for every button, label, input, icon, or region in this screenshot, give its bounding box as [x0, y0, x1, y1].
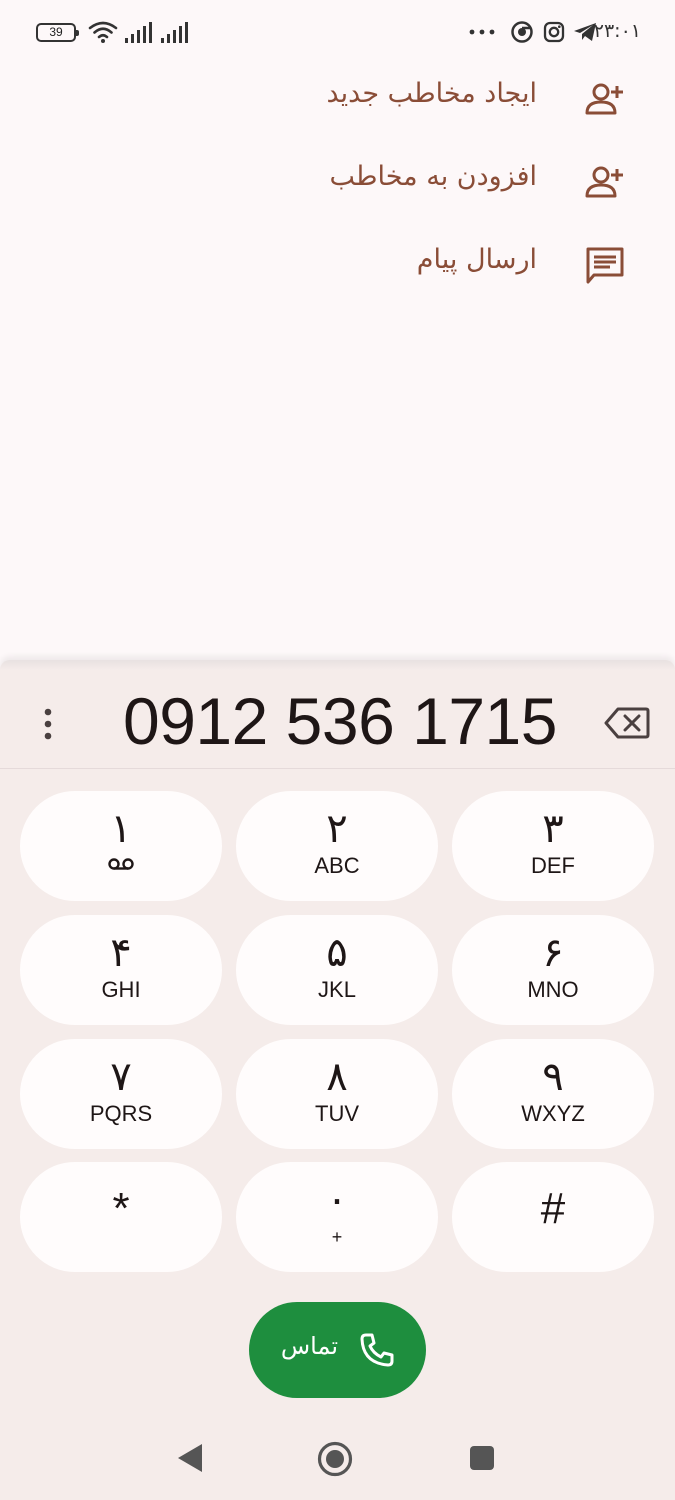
key-digit: ۲	[326, 806, 348, 852]
key-3[interactable]: ۳ DEF	[452, 791, 654, 901]
more-dots-icon	[469, 29, 495, 35]
key-4[interactable]: ۴ GHI	[20, 915, 222, 1025]
key-letters: DEF	[531, 853, 575, 878]
key-1[interactable]: ۱	[20, 791, 222, 901]
call-button[interactable]: تماس	[249, 1302, 426, 1398]
key-7[interactable]: ۷ PQRS	[20, 1039, 222, 1149]
key-digit: ۹	[542, 1054, 564, 1100]
key-0[interactable]: ۰ +	[236, 1162, 438, 1272]
key-letters: GHI	[101, 977, 141, 1002]
key-5[interactable]: ۵ JKL	[236, 915, 438, 1025]
key-2[interactable]: ۲ ABC	[236, 791, 438, 901]
action-send-message[interactable]: ارسال پیام	[0, 224, 675, 308]
dialed-number[interactable]: 0912 536 1715	[90, 678, 590, 764]
key-digit: ۳	[542, 806, 564, 852]
key-8[interactable]: ۸ TUV	[236, 1039, 438, 1149]
message-icon	[586, 247, 624, 284]
key-letters: PQRS	[89, 1101, 153, 1126]
instagram-icon	[543, 21, 565, 43]
key-symbol: *	[112, 1184, 130, 1233]
chrome-icon	[511, 21, 533, 43]
key-symbol: #	[540, 1184, 566, 1233]
person-add-icon	[585, 83, 623, 115]
key-digit: ۸	[326, 1054, 348, 1100]
key-letters: JKL	[318, 977, 356, 1002]
key-star[interactable]: *	[20, 1162, 222, 1272]
wifi-icon	[88, 21, 118, 43]
key-letters: +	[331, 1227, 343, 1247]
key-digit: ۷	[110, 1054, 132, 1100]
divider	[0, 768, 675, 769]
key-letters: ABC	[314, 853, 360, 878]
key-letters: TUV	[315, 1101, 359, 1126]
backspace-icon[interactable]	[604, 706, 650, 740]
action-add-to-contact[interactable]: افزودن به مخاطب	[0, 141, 675, 225]
navigation-bar	[0, 1420, 675, 1500]
key-digit: ۶	[542, 930, 564, 976]
key-letters: WXYZ	[521, 1101, 585, 1126]
key-letters: MNO	[527, 977, 579, 1002]
person-add-icon	[585, 166, 623, 198]
action-label: ایجاد مخاطب جدید	[326, 78, 537, 109]
action-create-contact[interactable]: ایجاد مخاطب جدید	[0, 58, 675, 142]
action-label: ارسال پیام	[416, 244, 537, 275]
key-hash[interactable]: #	[452, 1162, 654, 1272]
home-icon[interactable]	[316, 1440, 354, 1478]
key-digit: ۰	[326, 1177, 348, 1223]
status-clock: ۲۳:۰۱	[593, 20, 641, 42]
dialer-sheet: 0912 536 1715 ۱ ۲ ABC ۳ DEF ۴ GHI ۵ JKL …	[0, 660, 675, 1500]
voicemail-icon	[108, 858, 134, 870]
call-label: تماس	[280, 1332, 338, 1360]
battery-indicator: 39	[36, 23, 79, 42]
signal-icon	[125, 22, 152, 43]
phone-icon	[360, 1333, 394, 1367]
signal-icon-2	[161, 22, 188, 43]
sheet-edge	[0, 660, 675, 670]
recents-icon[interactable]	[468, 1444, 496, 1472]
key-digit: ۵	[326, 930, 348, 976]
key-digit: ۴	[110, 930, 132, 976]
key-9[interactable]: ۹ WXYZ	[452, 1039, 654, 1149]
more-vert-icon[interactable]	[30, 704, 66, 744]
key-digit: ۱	[110, 806, 132, 852]
key-6[interactable]: ۶ MNO	[452, 915, 654, 1025]
status-bar: 39 ۲۳:۰۱	[0, 0, 675, 64]
action-label: افزودن به مخاطب	[329, 161, 537, 192]
back-icon[interactable]	[176, 1442, 204, 1474]
